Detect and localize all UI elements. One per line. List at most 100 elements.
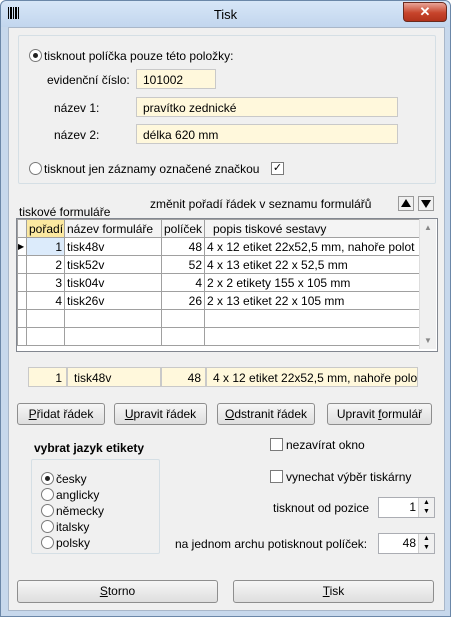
cell-fields[interactable]: 48 — [161, 237, 205, 256]
current-row-icon: ▶ — [17, 237, 27, 256]
cancel-button[interactable]: Storno — [17, 580, 218, 603]
name2-label: název 2: — [54, 128, 100, 142]
print-dialog: Tisk ✕ tisknout políčka pouze této polož… — [0, 0, 451, 617]
table-row-empty — [17, 327, 420, 346]
cell-order[interactable]: 2 — [26, 255, 65, 274]
dialog-body: tisknout políčka pouze této položky: evi… — [8, 27, 445, 611]
noclose-checkbox[interactable] — [270, 438, 283, 451]
cell-desc[interactable]: 4 x 12 etiket 22x52,5 mm, nahoře polot — [204, 237, 420, 256]
edit-row-button[interactable]: Upravit řádek — [114, 403, 207, 425]
column-header[interactable]: název formuláře — [64, 219, 162, 238]
remove-row-label: dstranit řádek — [234, 407, 308, 421]
forms-title: tiskové formuláře — [19, 205, 111, 219]
per-sheet-stepper[interactable]: 48 ▲ ▼ — [378, 533, 435, 554]
add-row-label: řidat řádek — [36, 407, 94, 421]
row-selector — [17, 291, 27, 310]
lang-radio-en[interactable] — [41, 488, 54, 501]
cell-order[interactable]: 3 — [26, 273, 65, 292]
name1-label: název 1: — [54, 101, 100, 115]
start-position-label: tisknout od pozice — [273, 501, 370, 515]
remove-row-button[interactable]: Odstranit řádek — [217, 403, 315, 425]
per-sheet-value: 48 — [402, 536, 416, 550]
edit-form-button[interactable]: Upravit formulář — [327, 403, 432, 425]
cell-desc[interactable]: 2 x 13 etiket 22 x 105 mm — [204, 291, 420, 310]
row-selector — [17, 255, 27, 274]
radio-marked-only[interactable] — [29, 162, 42, 175]
add-row-button[interactable]: Přidat řádek — [17, 403, 105, 425]
cell-order[interactable]: 4 — [26, 291, 65, 310]
skip-printer-checkbox[interactable] — [270, 470, 283, 483]
scroll-up-icon[interactable]: ▲ — [424, 223, 432, 232]
add-row-hotkey: P — [28, 407, 37, 421]
radio-marked-only-label: tisknout jen záznamy označené značkou — [44, 162, 260, 176]
cell-name[interactable]: tisk26v — [64, 291, 162, 310]
cell-desc[interactable]: 2 x 2 etikety 155 x 105 mm — [204, 273, 420, 292]
noclose-label: nezavírat okno — [286, 438, 365, 452]
remove-row-hotkey: O — [224, 407, 235, 421]
selected-desc: 4 x 12 etiket 22x52,5 mm, nahoře polo — [206, 367, 418, 387]
skip-printer-label: vynechat výběr tiskárny — [286, 470, 412, 484]
lang-radio-pl[interactable] — [41, 536, 54, 549]
name2-field[interactable]: délka 620 mm — [136, 124, 398, 144]
spinner-arrows-icon[interactable]: ▲ ▼ — [418, 534, 434, 553]
forms-table: pořadí název formuláře políček popis tis… — [17, 219, 420, 346]
language-title: vybrat jazyk etikety — [34, 441, 145, 455]
cell-name[interactable]: tisk52v — [64, 255, 162, 274]
reorder-label: změnit pořadí řádek v seznamu formulářů — [150, 197, 372, 211]
scroll-down-icon[interactable]: ▼ — [424, 336, 432, 345]
column-header[interactable]: popis tiskové sestavy — [204, 219, 420, 238]
lang-radio-de[interactable] — [41, 504, 54, 517]
cell-desc[interactable]: 4 x 13 etiket 22 x 52,5 mm — [204, 255, 420, 274]
start-position-value: 1 — [409, 500, 416, 514]
cancel-hotkey: S — [99, 584, 108, 598]
per-sheet-label: na jednom archu potisknout políček: — [175, 537, 368, 551]
table-header: pořadí název formuláře políček popis tis… — [17, 219, 420, 238]
cell-fields[interactable]: 26 — [161, 291, 205, 310]
table-row[interactable]: 2 tisk52v 52 4 x 13 etiket 22 x 52,5 mm — [17, 255, 420, 274]
marked-checkbox[interactable]: ✓ — [271, 162, 284, 175]
print-button[interactable]: Tisk — [233, 580, 434, 603]
name1-field[interactable]: pravítko zednické — [136, 97, 398, 117]
row-selector-header — [17, 219, 27, 238]
edit-form-label-a: Upravit — [336, 407, 379, 421]
table-row[interactable]: ▶ 1 tisk48v 48 4 x 12 etiket 22x52,5 mm,… — [17, 237, 420, 256]
lang-radio-cs[interactable] — [41, 472, 54, 485]
radio-item-only[interactable] — [29, 49, 42, 62]
row-selector — [17, 273, 27, 292]
lang-label-it: italsky — [56, 520, 90, 534]
column-header[interactable]: pořadí — [26, 219, 65, 238]
start-position-stepper[interactable]: 1 ▲ ▼ — [378, 497, 435, 518]
radio-item-only-label: tisknout políčka pouze této položky: — [44, 49, 234, 63]
cell-fields[interactable]: 4 — [161, 273, 205, 292]
lang-label-de: německy — [56, 504, 105, 518]
evid-label: evidenční číslo: — [47, 73, 130, 87]
lang-radio-it[interactable] — [41, 520, 54, 533]
selected-fields: 48 — [161, 367, 206, 387]
window-title: Tisk — [213, 7, 238, 22]
move-down-icon[interactable] — [418, 196, 434, 211]
selected-order: 1 — [28, 367, 67, 387]
cell-name[interactable]: tisk04v — [64, 273, 162, 292]
edit-row-label: pravit řádek — [133, 407, 197, 421]
move-up-icon[interactable] — [398, 196, 414, 211]
close-button[interactable]: ✕ — [403, 2, 447, 22]
title-bar: Tisk ✕ — [1, 1, 450, 27]
lang-label-pl: polsky — [56, 536, 91, 550]
lang-label-cs: česky — [56, 472, 87, 486]
column-header[interactable]: políček — [161, 219, 205, 238]
table-row-empty — [17, 309, 420, 328]
edit-form-label-b: ormulář — [381, 407, 423, 421]
cell-order[interactable]: 1 — [26, 237, 65, 256]
print-hotkey: T — [322, 584, 330, 598]
print-label: isk — [329, 584, 345, 598]
cell-name[interactable]: tisk48v — [64, 237, 162, 256]
spinner-arrows-icon[interactable]: ▲ ▼ — [418, 498, 434, 517]
cell-fields[interactable]: 52 — [161, 255, 205, 274]
selected-name: tisk48v — [67, 367, 161, 387]
evid-field[interactable]: 101002 — [136, 69, 216, 89]
table-row[interactable]: 3 tisk04v 4 2 x 2 etikety 155 x 105 mm — [17, 273, 420, 292]
cancel-label: torno — [107, 584, 136, 598]
table-row[interactable]: 4 tisk26v 26 2 x 13 etiket 22 x 105 mm — [17, 291, 420, 310]
forms-scrollbar[interactable]: ▲ ▼ — [419, 219, 436, 349]
lang-label-en: anglicky — [56, 488, 100, 502]
